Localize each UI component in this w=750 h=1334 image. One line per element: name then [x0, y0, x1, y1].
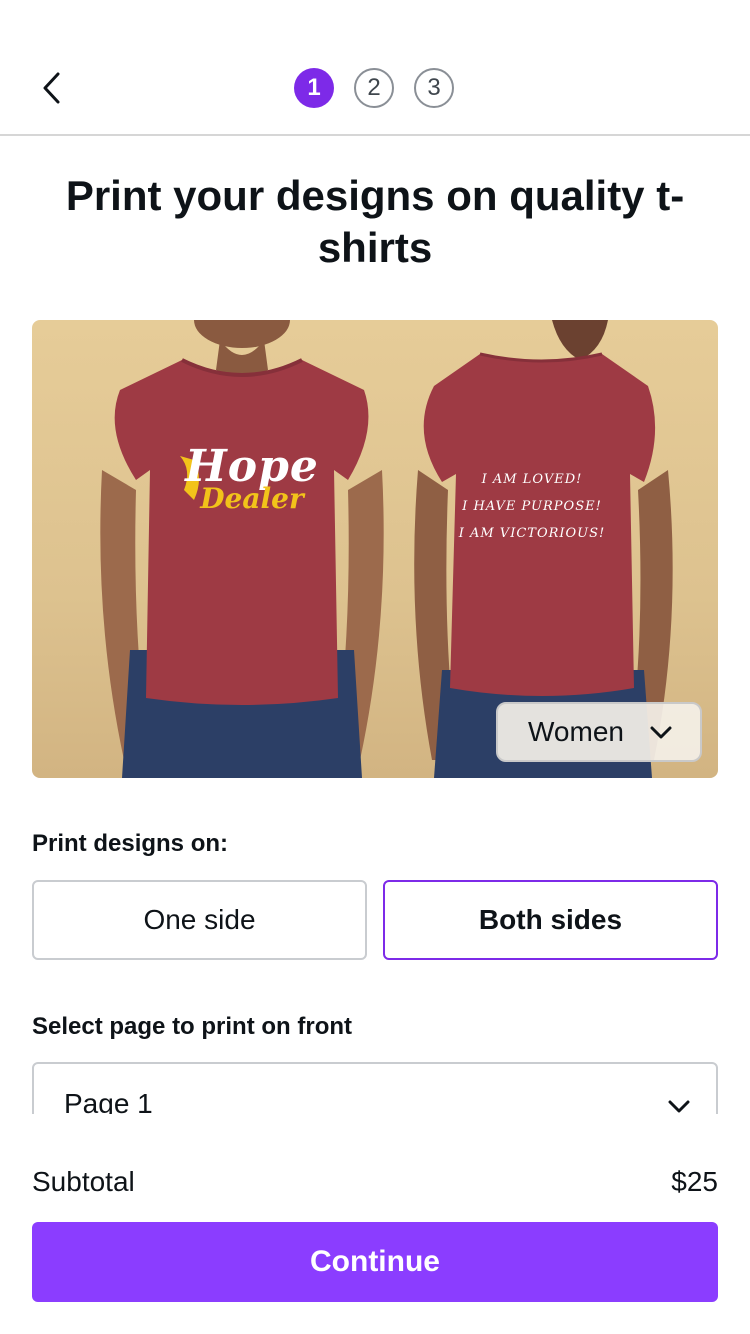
- subtotal-label: Subtotal: [32, 1166, 135, 1197]
- step-1[interactable]: 1: [294, 68, 334, 108]
- one-side-option[interactable]: One side: [32, 880, 367, 960]
- front-page-select[interactable]: Page 1: [32, 1062, 718, 1114]
- page-title: Print your designs on quality t-shirts: [65, 172, 685, 271]
- chevron-down-icon: [668, 1100, 690, 1113]
- gender-select[interactable]: Women: [496, 702, 702, 762]
- chevron-left-icon: [43, 72, 60, 104]
- print-sides-label: Print designs on:: [32, 830, 229, 857]
- footer: Subtotal $25 Continue: [0, 1114, 750, 1334]
- back-button[interactable]: [30, 66, 74, 110]
- tshirt-print-page: 1 2 3 Print your designs on quality t-sh…: [0, 0, 750, 1334]
- both-sides-option[interactable]: Both sides: [383, 880, 718, 960]
- continue-button[interactable]: Continue: [32, 1222, 718, 1302]
- back-print-line: I AM VICTORIOUS!: [458, 526, 606, 541]
- chevron-down-icon: [650, 726, 672, 739]
- front-page-label: Select page to print on front: [32, 1013, 353, 1040]
- header: 1 2 3: [0, 0, 750, 136]
- front-page-select-value: Page 1: [64, 1088, 153, 1114]
- gender-select-value: Women: [528, 716, 624, 747]
- product-image: Hope Dealer I AM LOVED! I HAVE PURPOSE! …: [32, 320, 718, 778]
- front-page-select-container: Page 1: [32, 1062, 718, 1114]
- back-print-design: I AM LOVED! I HAVE PURPOSE! I AM VICTORI…: [452, 466, 612, 547]
- front-print-line2: Dealer: [200, 482, 304, 515]
- back-print-line: I AM LOVED!: [481, 472, 583, 487]
- subtotal-value: $25: [671, 1166, 718, 1197]
- step-indicator: 1 2 3: [294, 68, 454, 108]
- step-2[interactable]: 2: [354, 68, 394, 108]
- step-3[interactable]: 3: [414, 68, 454, 108]
- back-print-line: I HAVE PURPOSE!: [462, 499, 602, 514]
- front-print-design: Hope Dealer: [182, 444, 322, 514]
